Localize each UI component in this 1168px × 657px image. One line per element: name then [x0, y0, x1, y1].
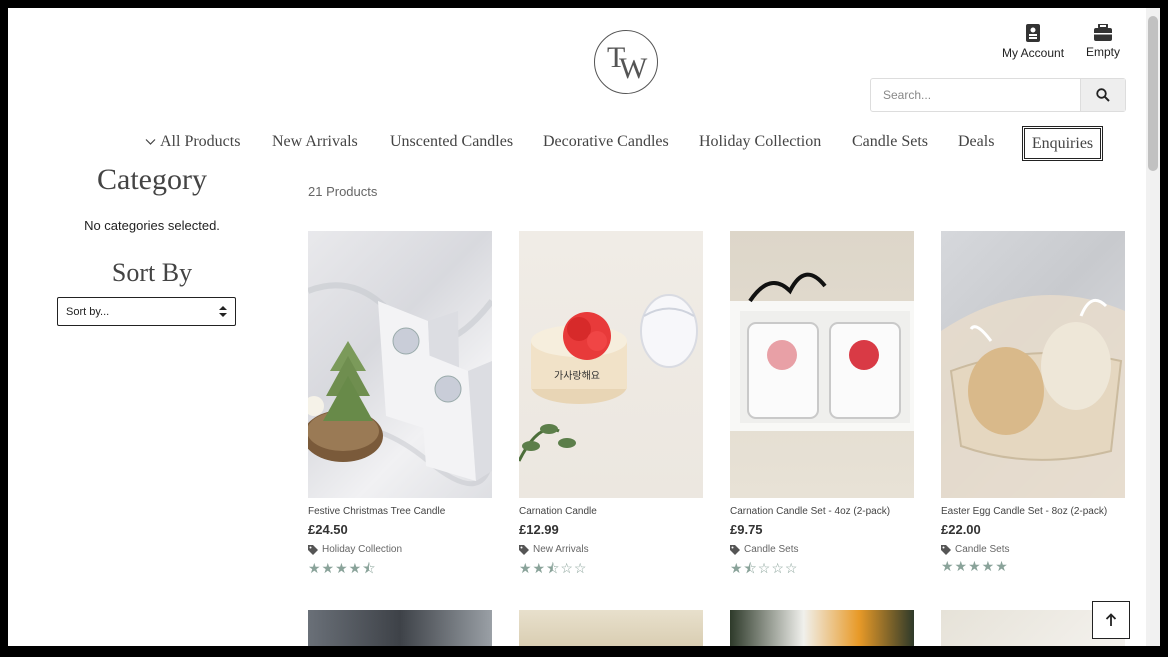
product-rating: ★★⯪☆☆	[519, 560, 588, 576]
product-price: £24.50	[308, 522, 348, 537]
nav-decorative-candles[interactable]: Decorative Candles	[543, 133, 669, 151]
category-heading: Category	[97, 163, 207, 196]
product-card[interactable]: Carnation Candle Set - 4oz (2-pack) £9.7…	[730, 231, 914, 582]
nav-holiday-collection[interactable]: Holiday Collection	[699, 133, 821, 151]
scrollbar-thumb[interactable]	[1148, 16, 1158, 171]
product-image-partial[interactable]	[308, 610, 492, 646]
cart-link[interactable]: Empty	[1086, 24, 1120, 59]
sort-select[interactable]: Sort by...	[57, 297, 236, 326]
product-name[interactable]: Festive Christmas Tree Candle	[308, 506, 492, 517]
product-category[interactable]: New Arrivals	[519, 544, 703, 555]
page: TW My Account Empty Search... All Produc…	[8, 8, 1146, 646]
page-scrollbar[interactable]	[1146, 8, 1160, 646]
nav-all-products-label: All Products	[160, 133, 241, 150]
product-image-christmas-tree-candle[interactable]	[308, 231, 492, 498]
product-price: £9.75	[730, 522, 763, 537]
no-categories-text: No categories selected.	[84, 218, 220, 233]
my-account-label: My Account	[1002, 46, 1065, 60]
product-image-carnation-candle-set[interactable]	[730, 231, 914, 498]
product-category[interactable]: Candle Sets	[941, 544, 1125, 555]
product-category[interactable]: Candle Sets	[730, 544, 914, 555]
sort-by-heading: Sort By	[111, 258, 193, 287]
svg-text:가사랑해요: 가사랑해요	[554, 369, 600, 382]
tag-icon	[941, 544, 951, 555]
search-button[interactable]	[1080, 79, 1125, 111]
product-name[interactable]: Easter Egg Candle Set - 8oz (2-pack)	[941, 506, 1125, 517]
product-category[interactable]: Holiday Collection	[308, 544, 492, 555]
product-card[interactable]: Easter Egg Candle Set - 8oz (2-pack) £22…	[941, 231, 1125, 575]
product-rating: ★★★★⯪	[308, 560, 377, 576]
product-name[interactable]: Carnation Candle Set - 4oz (2-pack)	[730, 506, 914, 517]
arrow-up-icon	[1105, 613, 1117, 626]
product-image-easter-egg-candle-set[interactable]	[941, 231, 1125, 498]
nav-deals[interactable]: Deals	[958, 133, 994, 151]
tag-icon	[730, 544, 740, 555]
nav-enquiries-button[interactable]: Enquiries	[1022, 126, 1103, 161]
briefcase-icon	[1094, 24, 1112, 41]
search-icon	[1096, 88, 1110, 102]
product-category-label: New Arrivals	[533, 544, 589, 555]
product-rating: ★★★★★	[941, 558, 1009, 574]
sort-arrows-icon	[219, 306, 227, 317]
brand-logo[interactable]: TW	[594, 30, 658, 94]
product-image-carnation-candle[interactable]: 가사랑해요	[519, 231, 703, 498]
tag-icon	[308, 544, 318, 555]
person-badge-icon	[1026, 24, 1041, 42]
nav-candle-sets[interactable]: Candle Sets	[852, 133, 928, 151]
sort-select-value: Sort by...	[66, 305, 110, 318]
product-count: 21 Products	[308, 184, 378, 199]
product-card[interactable]: Festive Christmas Tree Candle £24.50 Hol…	[308, 231, 492, 582]
product-price: £22.00	[941, 522, 981, 537]
cart-label: Empty	[1086, 45, 1121, 59]
product-card[interactable]: 가사랑해요 Carnation Candle £12.99 New Arriva…	[519, 231, 703, 582]
search-input[interactable]	[871, 79, 1080, 111]
product-image-partial[interactable]	[519, 610, 703, 646]
window-edge	[1160, 0, 1168, 657]
product-price: £12.99	[519, 522, 559, 537]
nav-new-arrivals[interactable]: New Arrivals	[272, 133, 358, 151]
nav-all-products[interactable]: All Products	[145, 133, 240, 151]
product-category-label: Candle Sets	[955, 544, 1010, 555]
product-image-partial[interactable]	[730, 610, 914, 646]
my-account-link[interactable]: My Account	[1002, 24, 1064, 60]
product-category-label: Candle Sets	[744, 544, 799, 555]
product-rating: ★⯪☆☆☆	[730, 560, 799, 576]
nav-unscented-candles[interactable]: Unscented Candles	[390, 133, 513, 151]
search-bar	[870, 78, 1126, 112]
tag-icon	[519, 544, 529, 555]
back-to-top-button[interactable]	[1092, 601, 1130, 639]
product-category-label: Holiday Collection	[322, 544, 403, 555]
chevron-down-icon	[145, 139, 156, 146]
product-name[interactable]: Carnation Candle	[519, 506, 703, 517]
